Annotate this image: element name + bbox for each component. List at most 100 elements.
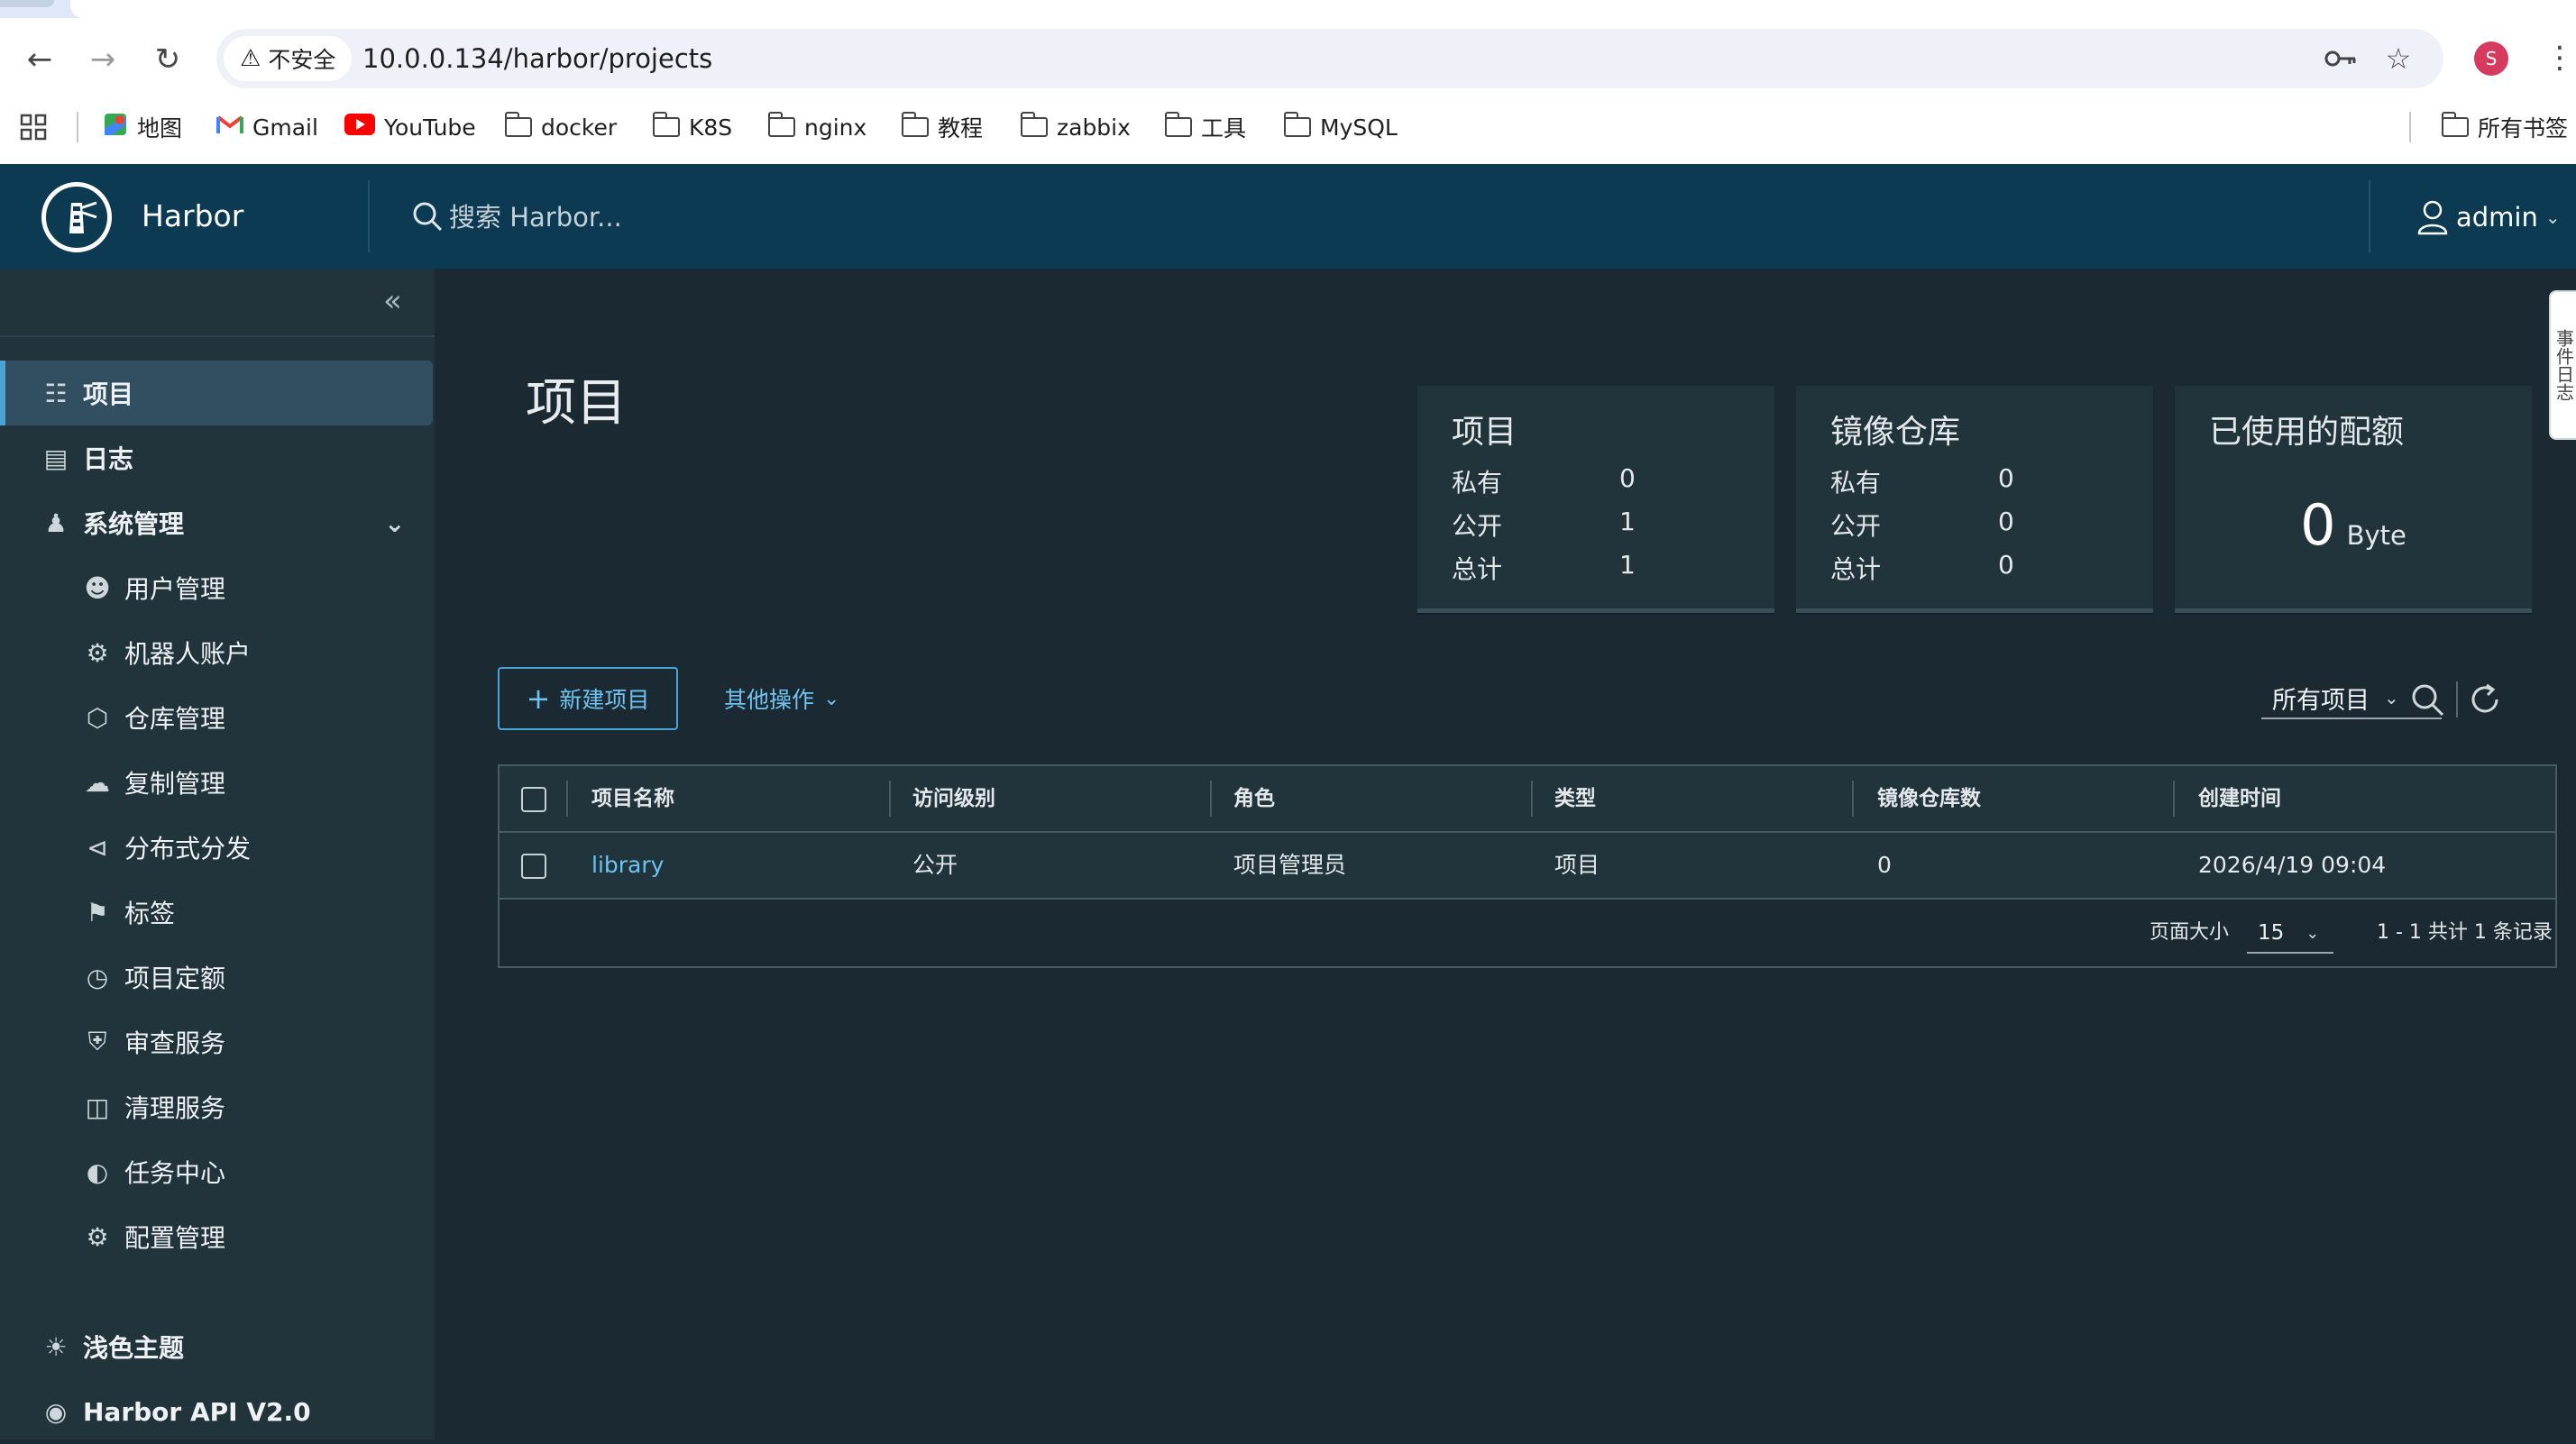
gear-icon: ⚙ — [86, 1221, 109, 1252]
quota-usage: 0 Byte — [2175, 492, 2532, 558]
bookmark-label: zabbix — [1057, 114, 1131, 141]
tab-edge[interactable] — [0, 0, 54, 7]
bookmark-folder-k8s[interactable]: K8S — [652, 101, 732, 153]
youtube-icon — [344, 114, 375, 141]
column-header-role[interactable]: 角色 — [1233, 766, 1275, 831]
bookmark-gmail[interactable]: Gmail — [216, 101, 318, 153]
bookmark-folder-nginx[interactable]: nginx — [767, 101, 866, 153]
sidebar-item-configuration[interactable]: ⚙ 配置管理 — [0, 1204, 435, 1269]
summary-row: 私有 0 — [1452, 463, 1722, 499]
back-button[interactable]: ← — [20, 40, 60, 79]
column-divider — [889, 781, 891, 817]
summary-row: 总计 0 — [1830, 550, 2101, 586]
sidebar-item-label: 系统管理 — [83, 509, 185, 539]
type-cell: 项目 — [1554, 852, 1600, 878]
forward-button[interactable]: → — [83, 40, 123, 79]
apps-grid-icon[interactable] — [20, 101, 47, 153]
sidebar-item-replications[interactable]: ☁ 复制管理 — [0, 750, 435, 815]
reload-button[interactable]: ↻ — [148, 40, 188, 79]
bookmark-label: 所有书签 — [2478, 115, 2569, 142]
table-footer: 页面大小 15 ⌄ 1 - 1 共计 1 条记录 — [500, 900, 2555, 966]
access-level-cell: 公开 — [912, 852, 958, 878]
column-header-created[interactable]: 创建时间 — [2198, 766, 2281, 831]
shield-icon: ⛨ — [87, 1027, 107, 1056]
app-brand[interactable]: Harbor — [142, 164, 243, 269]
sidebar-item-administration[interactable]: ♟ 系统管理 ⌄ — [0, 490, 435, 555]
bookmark-folder-tutorial[interactable]: 教程 — [901, 101, 983, 153]
sidebar-item-interrogation-services[interactable]: ⛨ 审查服务 — [0, 1010, 435, 1074]
sidebar-item-label: 分布式分发 — [124, 834, 252, 864]
harbor-logo-icon[interactable] — [41, 182, 112, 252]
user-icon — [2417, 200, 2448, 235]
folder-icon — [1283, 112, 1311, 137]
bookmark-folder-zabbix[interactable]: zabbix — [1020, 101, 1131, 153]
bookmarks-bar: 地图 Gmail YouTube docker K8S nginx 教程 zab… — [0, 101, 2576, 153]
page-size-value: 15 — [2258, 921, 2285, 945]
security-indicator[interactable]: ⚠ 不安全 — [224, 36, 353, 81]
sidebar-item-registries[interactable]: ⬡ 仓库管理 — [0, 685, 435, 750]
bookmark-folder-tools[interactable]: 工具 — [1164, 101, 1246, 153]
search-icon[interactable] — [2409, 681, 2445, 717]
select-all-checkbox[interactable] — [521, 787, 546, 812]
arrow-left-icon: ← — [26, 41, 53, 78]
sidebar-item-label: 仓库管理 — [124, 704, 226, 734]
url-text[interactable]: 10.0.0.134/harbor/projects — [362, 29, 712, 88]
address-bar[interactable]: ⚠ 不安全 10.0.0.134/harbor/projects ☆ — [216, 29, 2443, 88]
warning-icon: ⚠ — [240, 45, 261, 72]
new-project-label: 新建项目 — [559, 687, 650, 713]
global-search-input[interactable] — [447, 193, 1262, 242]
api-explorer-link[interactable]: ◉ Harbor API V2.0 — [0, 1379, 435, 1444]
user-menu[interactable]: admin ⌄ — [2416, 196, 2561, 238]
bookmark-folder-mysql[interactable]: MySQL — [1283, 101, 1398, 153]
summary-value: 1 — [1619, 550, 1636, 580]
bookmark-maps[interactable]: 地图 — [103, 101, 182, 153]
profile-avatar[interactable]: S — [2474, 41, 2508, 76]
summary-value: 0 — [1619, 463, 1636, 493]
page-size-select[interactable]: 15 ⌄ — [2247, 914, 2333, 954]
browser-menu-icon[interactable]: ⋮ — [2544, 40, 2575, 76]
column-header-access[interactable]: 访问级别 — [912, 766, 995, 831]
chevron-down-icon: ⌄ — [823, 687, 840, 710]
quota-summary-card: 已使用的配额 0 Byte — [2175, 386, 2532, 613]
column-header-type[interactable]: 类型 — [1554, 766, 1596, 831]
robot-icon: ⚙ — [86, 637, 109, 668]
folder-icon — [504, 112, 532, 137]
table-row: library 公开 项目管理员 项目 0 2026/4/19 09:04 — [500, 833, 2555, 900]
more-actions-dropdown[interactable]: 其他操作 ⌄ — [724, 667, 839, 730]
sidebar-item-labels[interactable]: ⚑ 标签 — [0, 880, 435, 945]
summary-value: 0 — [1998, 463, 2014, 493]
active-tab[interactable] — [70, 0, 2576, 18]
bookmark-youtube[interactable]: YouTube — [344, 101, 476, 153]
theme-toggle[interactable]: ☀ 浅色主题 — [0, 1314, 435, 1379]
sidebar-item-job-service[interactable]: ◐ 任务中心 — [0, 1139, 435, 1204]
projects-summary-card: 项目 私有 0 公开 1 总计 1 — [1417, 386, 1774, 613]
sidebar-item-logs[interactable]: ▤ 日志 — [0, 425, 435, 490]
sidebar-item-users[interactable]: ☻ 用户管理 — [0, 555, 435, 620]
gmail-icon — [216, 114, 243, 141]
summary-label: 总计 — [1452, 554, 1503, 584]
collapse-sidebar-icon[interactable]: « — [383, 283, 402, 319]
sidebar-item-label: 机器人账户 — [124, 639, 252, 669]
column-header-name[interactable]: 项目名称 — [591, 766, 674, 831]
sidebar-item-projects[interactable]: ☷ 项目 — [0, 361, 433, 425]
sidebar-item-robot-accounts[interactable]: ⚙ 机器人账户 — [0, 620, 435, 685]
chevron-down-icon: ⌄ — [2544, 206, 2561, 228]
sidebar-item-distributions[interactable]: ⊲ 分布式分发 — [0, 815, 435, 880]
sidebar-item-clean-up[interactable]: ◫ 清理服务 — [0, 1074, 435, 1139]
filter-value: 所有项目 — [2272, 686, 2370, 715]
project-name-link[interactable]: library — [591, 833, 664, 898]
column-header-repo-count[interactable]: 镜像仓库数 — [1877, 766, 1981, 831]
bookmark-star-icon[interactable]: ☆ — [2379, 39, 2418, 78]
sidebar-divider — [0, 335, 435, 337]
bookmark-folder-docker[interactable]: docker — [504, 101, 618, 153]
refresh-icon[interactable] — [2467, 681, 2503, 717]
new-project-button[interactable]: + 新建项目 — [498, 667, 678, 730]
password-key-icon[interactable] — [2321, 39, 2361, 78]
all-bookmarks[interactable]: 所有书签 — [2441, 101, 2569, 153]
summary-value: 1 — [1619, 507, 1636, 536]
sidebar-item-label: 标签 — [124, 899, 176, 928]
row-checkbox[interactable] — [521, 854, 546, 879]
sidebar-item-project-quotas[interactable]: ◷ 项目定额 — [0, 945, 435, 1010]
bookmark-label: docker — [541, 114, 618, 141]
event-log-drawer-tab[interactable]: 事件日志 — [2549, 290, 2576, 440]
